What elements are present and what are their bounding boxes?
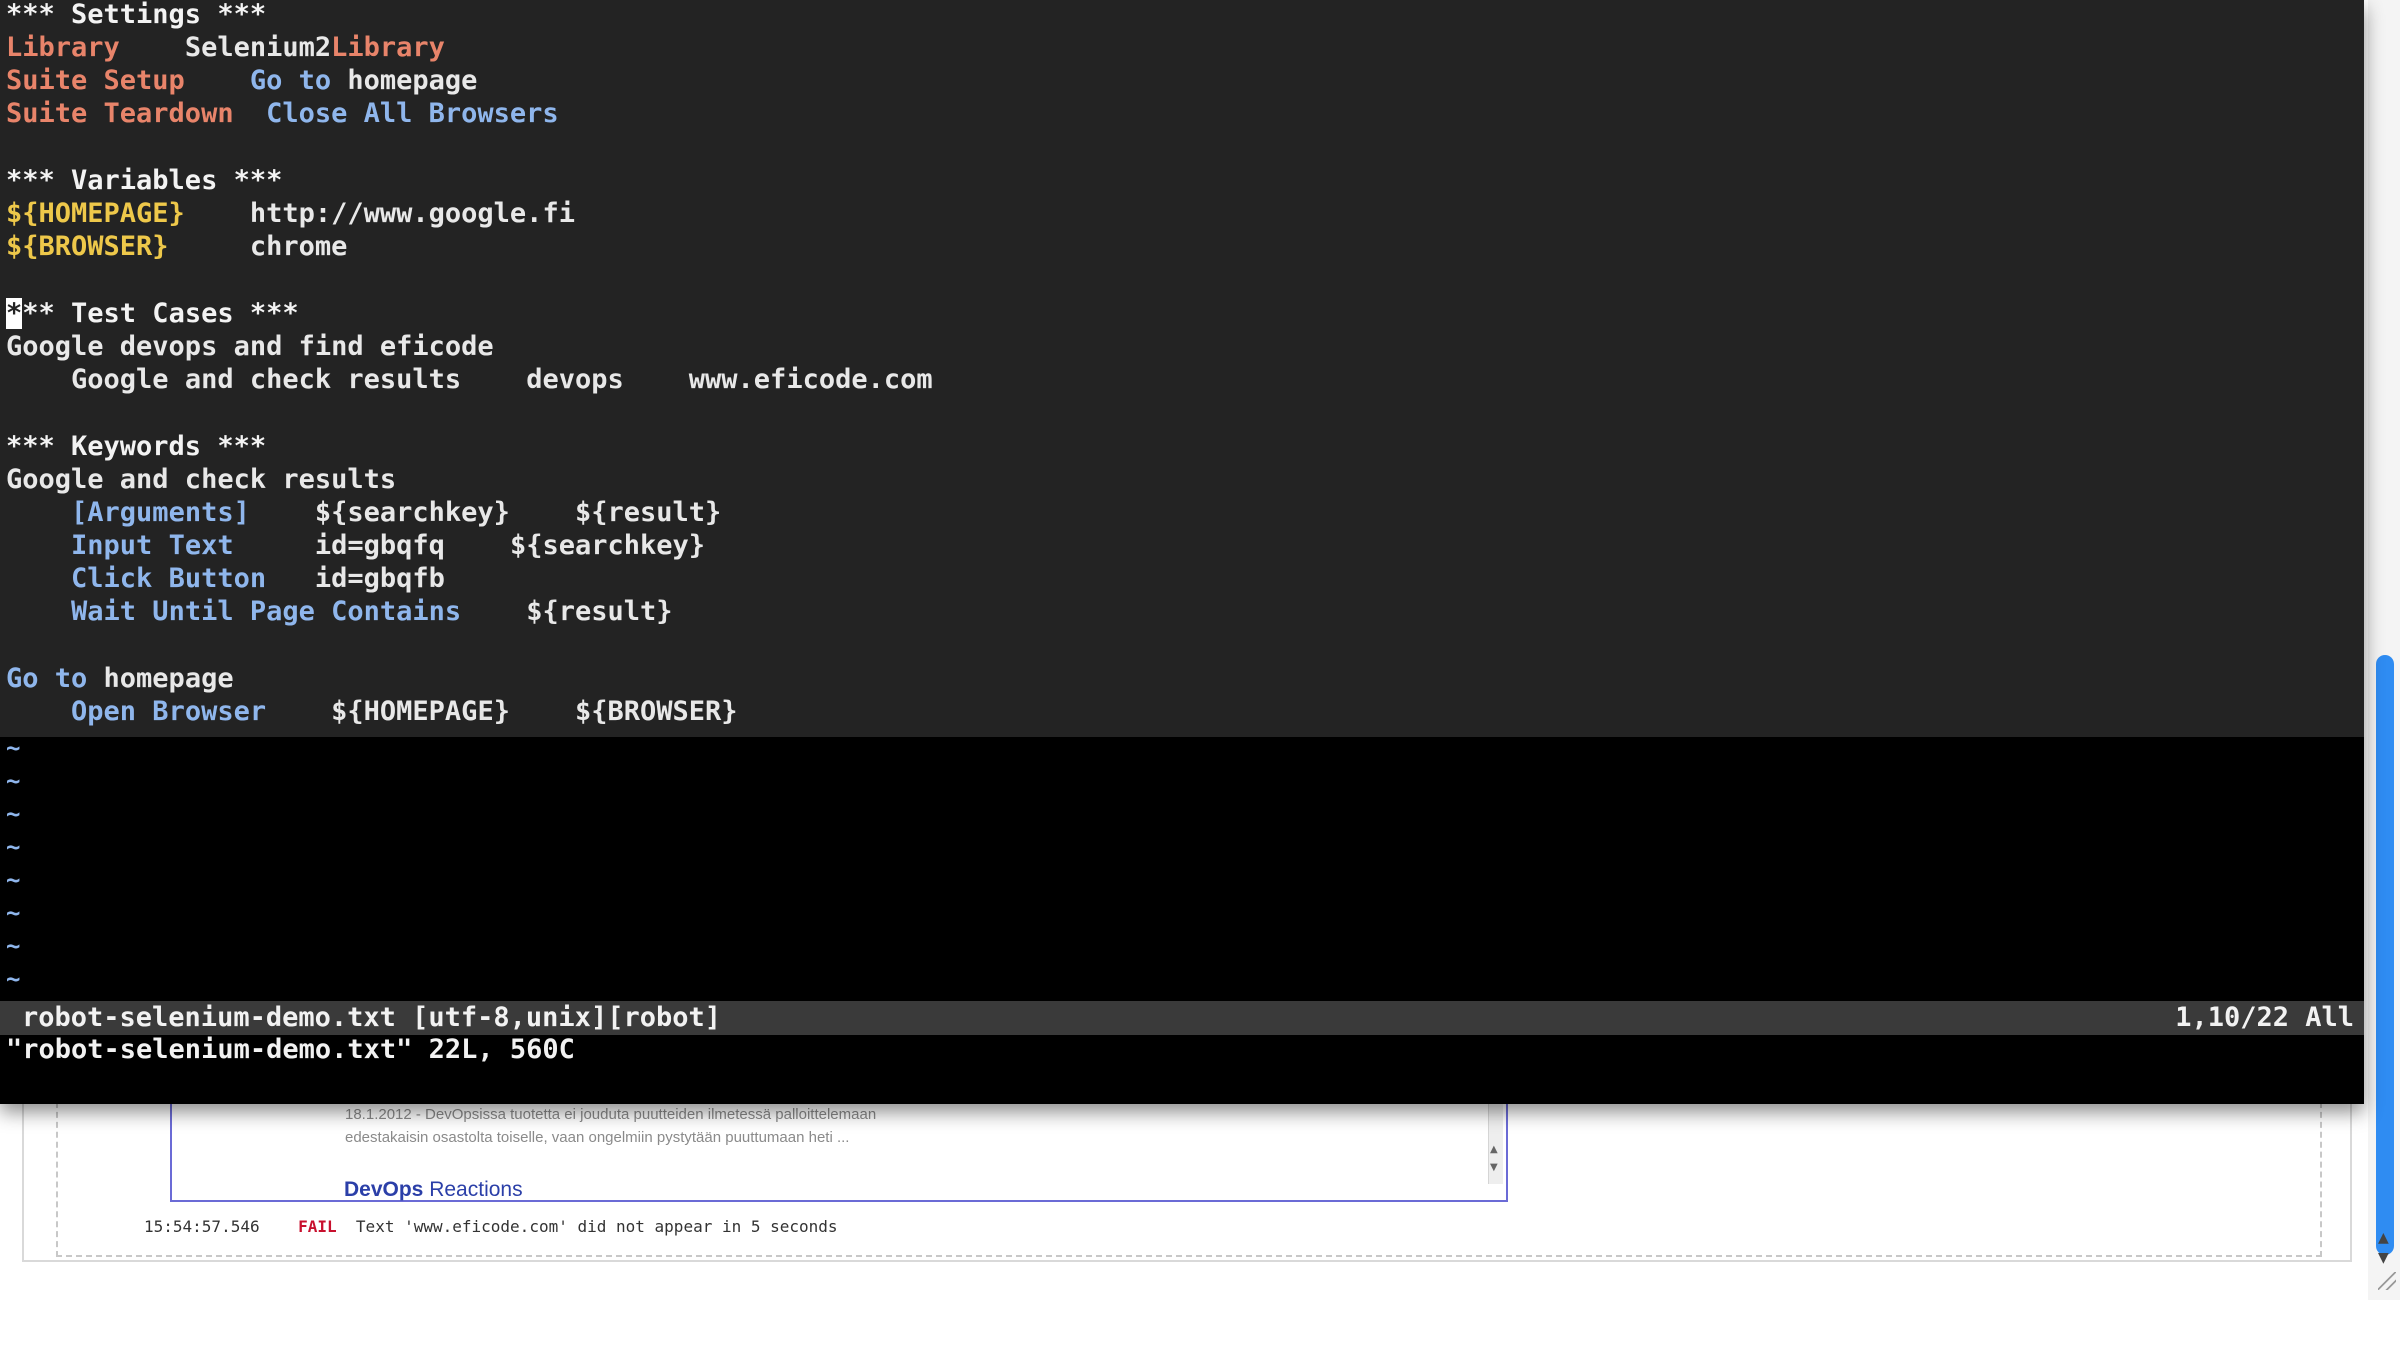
settings-header: *** Settings *** (6, 0, 267, 30)
browser-variable: ${BROWSER} (6, 231, 169, 262)
search-result-snippet: 18.1.2012 - DevOpsissa tuotetta ei joudu… (345, 1103, 1445, 1149)
status-file-info: robot-selenium-demo.txt [utf-8,unix][rob… (22, 1002, 721, 1033)
scroll-up-arrow-icon[interactable]: ▲ (1490, 1144, 1498, 1155)
link-text: Reactions (423, 1178, 523, 1201)
snippet-line: 18.1.2012 - DevOpsissa tuotetta ei joudu… (345, 1106, 877, 1123)
wait-line: Wait Until Page Contains ${result} (6, 595, 673, 628)
test-cases-header-text: ** Test Cases *** (22, 298, 299, 329)
link-bold-text: DevOps (344, 1178, 424, 1201)
empty-line-marker: ~ (6, 866, 21, 894)
page-scroll-arrows[interactable]: ▲ ▼ (2378, 1228, 2389, 1268)
empty-line-marker: ~ (6, 932, 21, 960)
keyword-definition-name: Google and check results (6, 464, 397, 495)
library-value-suffix: Library (331, 32, 445, 63)
text-cursor: * (6, 298, 23, 329)
input-text-keyword: Input Text (71, 530, 234, 561)
suite-teardown-label: Suite Teardown (6, 98, 234, 129)
homepage-variable: ${HOMEPAGE} (6, 198, 185, 229)
library-label: Library (6, 32, 120, 63)
test-case-name: Google devops and find eficode (6, 331, 494, 362)
browser-value: chrome (249, 231, 348, 262)
wait-keyword: Wait Until Page Contains (71, 596, 462, 627)
terminal-window[interactable]: *** Settings *** Library Selenium2Librar… (0, 0, 2364, 1104)
click-button-keyword: Click Button (71, 563, 267, 594)
page-scrollbar-thumb[interactable] (2376, 655, 2394, 1255)
argument-variable: ${searchkey} (314, 497, 510, 528)
input-text-line: Input Text id=gbqfq ${searchkey} (6, 529, 705, 562)
log-message: Text 'www.eficode.com' did not appear in… (355, 1217, 838, 1236)
homepage-variable-line: ${HOMEPAGE} http://www.google.fi (6, 197, 575, 230)
vim-command-line[interactable]: "robot-selenium-demo.txt" 22L, 560C (6, 1033, 575, 1067)
arguments-line: [Arguments] ${searchkey} ${result} (6, 496, 721, 529)
suite-teardown-value: Close All Browsers (266, 98, 559, 129)
scroll-down-icon[interactable]: ▼ (2378, 1248, 2389, 1268)
empty-line-marker: ~ (6, 899, 21, 927)
test-step-arg: devops (526, 364, 624, 395)
argument-variable: ${result} (526, 596, 673, 627)
suite-setup-line: Suite Setup Go to homepage (6, 64, 477, 97)
argument-variable: ${result} (574, 497, 722, 528)
test-step-line: Google and check results devops www.efic… (6, 363, 933, 396)
status-cursor-position: 1,10/22 All (2175, 1002, 2354, 1033)
scroll-up-icon[interactable]: ▲ (2378, 1228, 2389, 1248)
resize-grip-icon[interactable] (2378, 1272, 2396, 1290)
scroll-down-arrow-icon[interactable]: ▼ (1490, 1162, 1498, 1173)
keyword-definition-name: Go to homepage (6, 662, 234, 695)
variables-header: *** Variables *** (6, 165, 283, 196)
test-cases-header: *** Test Cases *** (6, 297, 299, 330)
argument-variable: ${searchkey} (509, 530, 706, 561)
locator: id=gbqfq (314, 530, 445, 561)
empty-line-marker: ~ (6, 767, 21, 795)
suite-setup-keyword-rest: homepage (331, 65, 478, 96)
click-button-line: Click Button id=gbqfb (6, 562, 445, 595)
log-level-fail: FAIL (298, 1217, 337, 1236)
test-step-keyword: Google and check results (71, 364, 462, 395)
devops-reactions-link[interactable]: DevOps Reactions (344, 1178, 523, 1202)
test-step-arg: www.eficode.com (688, 364, 933, 395)
snippet-line: edestakaisin osastolta toiselle, vaan on… (345, 1129, 850, 1146)
argument-variable: ${BROWSER} (574, 696, 738, 727)
suite-setup-keyword: Go to (249, 65, 332, 96)
empty-line-marker: ~ (6, 965, 21, 993)
open-browser-line: Open Browser ${HOMEPAGE} ${BROWSER} (6, 695, 738, 728)
log-entry: 15:54:57.546 FAIL Text 'www.eficode.com'… (144, 1217, 838, 1236)
library-value-prefix: Selenium2 (184, 32, 332, 63)
argument-variable: ${HOMEPAGE} (331, 696, 510, 727)
suite-teardown-line: Suite Teardown Close All Browsers (6, 97, 559, 130)
go-to-keyword-rest: homepage (87, 663, 234, 694)
browser-variable-line: ${BROWSER} chrome (6, 230, 347, 263)
open-browser-keyword: Open Browser (71, 696, 267, 727)
empty-line-marker: ~ (6, 833, 21, 861)
homepage-value: http://www.google.fi (249, 198, 575, 229)
log-timestamp: 15:54:57.546 (144, 1217, 260, 1236)
go-to-keyword: Go to (6, 663, 88, 694)
empty-line-marker: ~ (6, 800, 21, 828)
library-line: Library Selenium2Library (6, 31, 445, 64)
preview-scrollbar[interactable]: ▲ ▼ (1488, 1100, 1503, 1184)
suite-setup-label: Suite Setup (6, 65, 185, 96)
empty-line-marker: ~ (6, 734, 21, 762)
keywords-header: *** Keywords *** (6, 431, 267, 462)
locator: id=gbqfb (314, 563, 445, 594)
vim-buffer[interactable]: *** Settings *** Library Selenium2Librar… (0, 0, 2364, 737)
arguments-setting: [Arguments] (71, 497, 250, 528)
